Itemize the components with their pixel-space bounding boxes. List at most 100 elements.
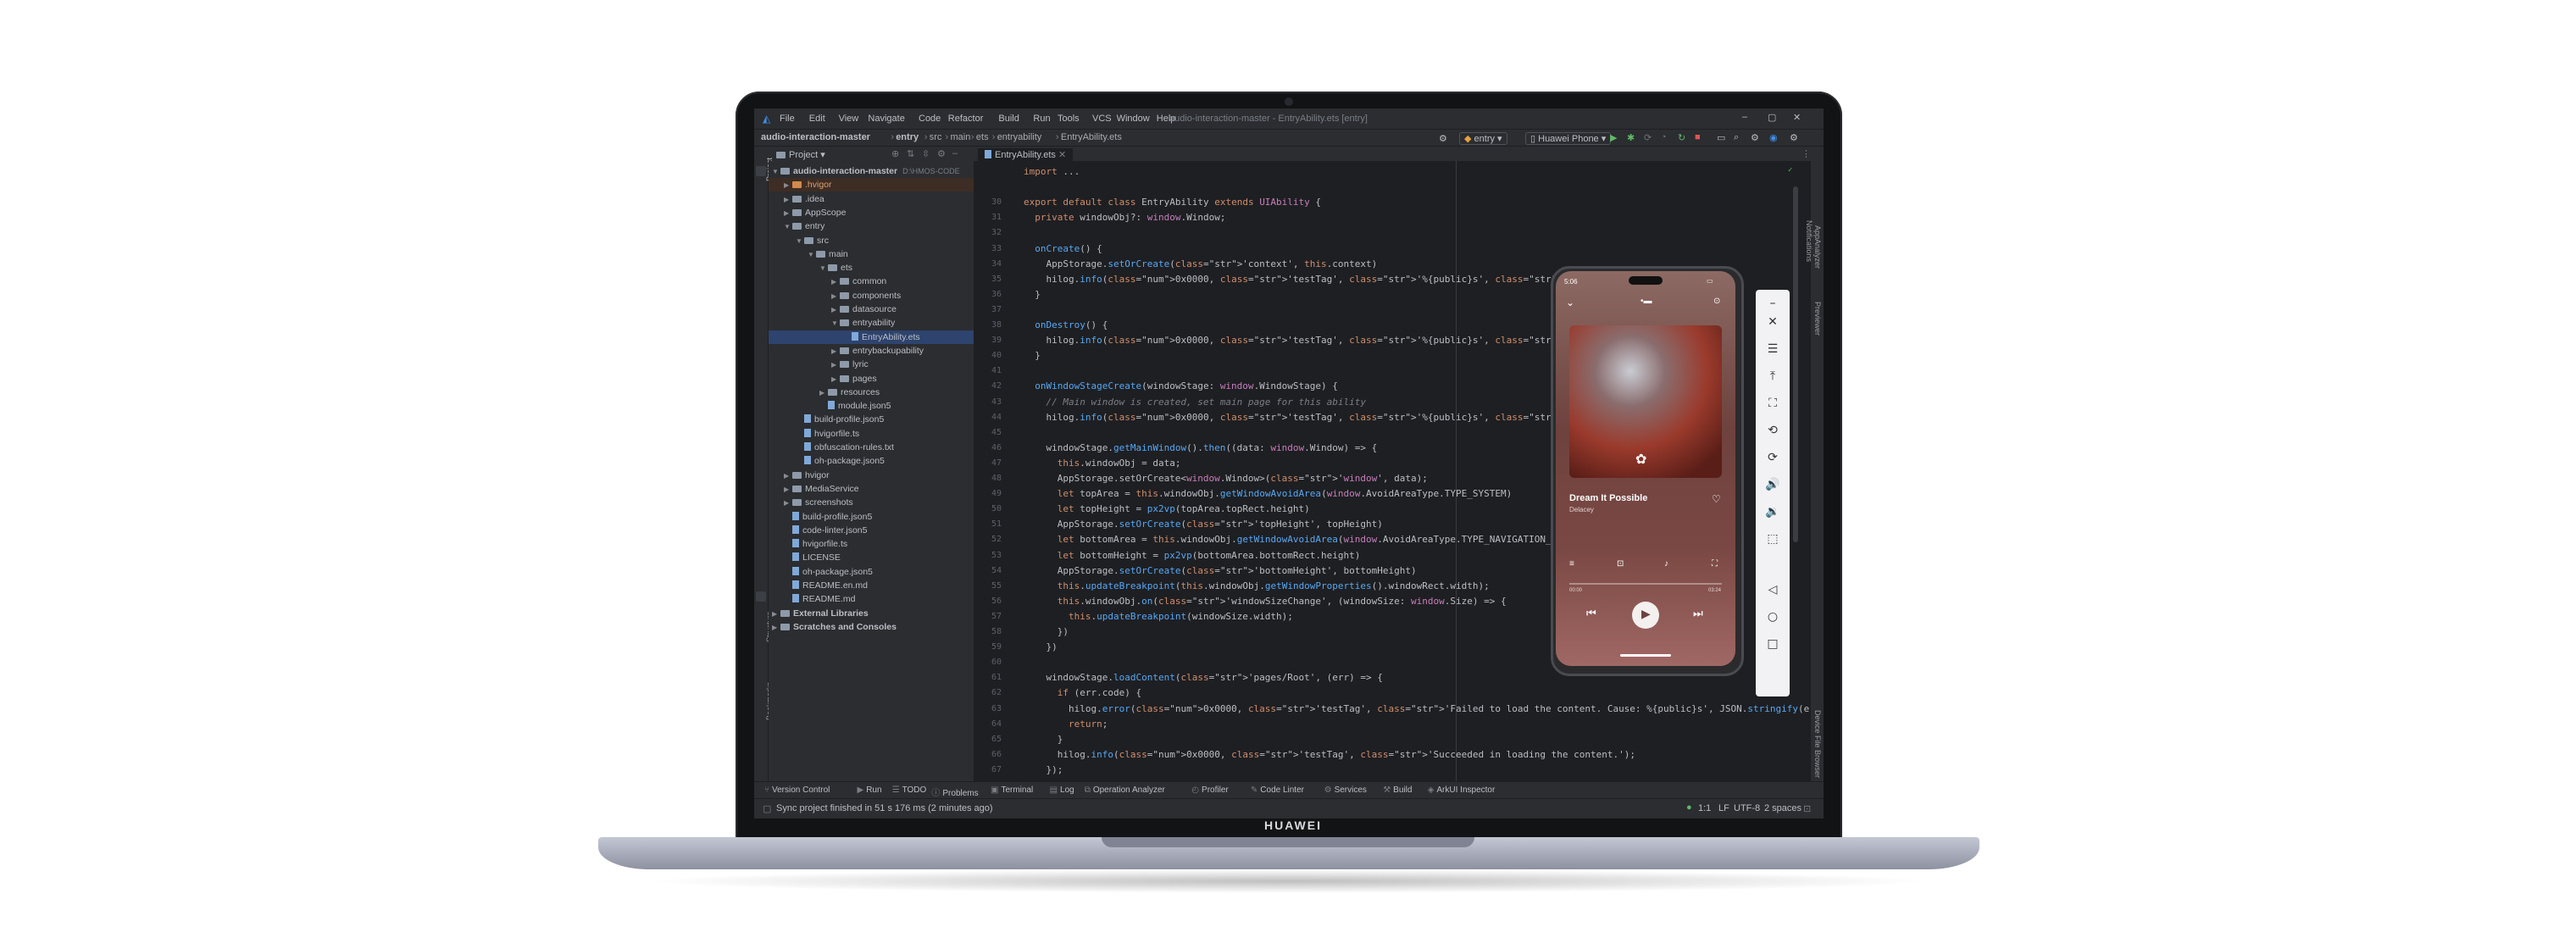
tool-window-code-linter[interactable]: ✎ Code Linter bbox=[1251, 785, 1304, 795]
rotate-left-icon[interactable]: ⟲ bbox=[1756, 424, 1790, 437]
code-line[interactable]: onCreate() { bbox=[1024, 243, 1102, 254]
playlist-icon[interactable]: ≡ bbox=[1569, 559, 1574, 569]
code-line[interactable]: // Main window is created, set main page… bbox=[1024, 397, 1366, 408]
tree-folder-item[interactable]: ▶ Scratches and Consoles bbox=[769, 620, 974, 634]
tree-folder-item[interactable]: ▶ hvigor bbox=[769, 469, 974, 482]
back-icon[interactable]: ◁ bbox=[1756, 583, 1790, 597]
device-file-browser-label[interactable]: Device File Browser bbox=[1813, 710, 1822, 778]
editor-scrollbar[interactable] bbox=[1793, 186, 1798, 542]
settings-icon[interactable]: ⚙ bbox=[1751, 132, 1759, 143]
tool-window-log[interactable]: ▤ Log bbox=[1050, 785, 1074, 795]
tree-folder-item[interactable]: ▶ pages bbox=[769, 372, 974, 386]
tool-window-problems[interactable]: ⓘ Problems bbox=[931, 785, 978, 798]
ide-settings-gear-icon[interactable]: ⚙ bbox=[1790, 132, 1798, 143]
lock-icon[interactable]: ⊡ bbox=[1803, 803, 1811, 814]
expanded-arrow-icon[interactable]: ▼ bbox=[772, 165, 780, 179]
indent-setting[interactable]: 2 spaces bbox=[1764, 803, 1802, 813]
tree-folder-item[interactable]: ▶ datasource bbox=[769, 302, 974, 316]
menu-item-file[interactable]: File bbox=[780, 114, 795, 124]
code-line[interactable]: }) bbox=[1024, 626, 1069, 637]
tree-file-item[interactable]: code-linter.json5 bbox=[769, 524, 974, 537]
options-gear-icon[interactable]: ⚙ bbox=[937, 148, 946, 159]
appanalyzer-tool-label[interactable]: AppAnalyzer bbox=[1813, 225, 1822, 269]
collapsed-arrow-icon[interactable]: ▶ bbox=[831, 358, 840, 372]
code-line[interactable]: AppStorage.setOrCreate<window.Window>(cl… bbox=[1024, 473, 1428, 484]
collapsed-arrow-icon[interactable]: ▶ bbox=[772, 608, 780, 621]
tree-file-item[interactable]: hvigorfile.ts bbox=[769, 537, 974, 551]
structure-tool-icon[interactable] bbox=[756, 591, 766, 602]
tool-window-todo[interactable]: ☰ TODO bbox=[892, 785, 927, 795]
code-line[interactable]: let topHeight = px2vp(topArea.topRect.he… bbox=[1024, 503, 1310, 514]
collapsed-arrow-icon[interactable]: ▶ bbox=[784, 207, 792, 220]
code-line[interactable]: windowStage.getMainWindow().then((data: … bbox=[1024, 442, 1377, 453]
tree-file-item[interactable]: LICENSE bbox=[769, 551, 974, 564]
home-icon[interactable]: ○ bbox=[1756, 610, 1790, 624]
code-line[interactable]: this.updateBreakpoint(this.windowObj.get… bbox=[1024, 580, 1490, 591]
tree-folder-item[interactable]: ▶ entrybackupability bbox=[769, 344, 974, 358]
lyrics-icon[interactable]: ⊡ bbox=[1617, 559, 1624, 569]
menu-item-vcs[interactable]: VCS bbox=[1092, 114, 1112, 124]
breadcrumb-item[interactable]: EntryAbility.ets bbox=[1061, 132, 1122, 142]
phone-screen[interactable]: 5:06 ▭ ⌄ •▬ ⊙ ✿ Dream It Possible Delace… bbox=[1556, 271, 1735, 666]
tool-window-profiler[interactable]: ◴ Profiler bbox=[1191, 785, 1228, 795]
close-icon[interactable]: ✕ bbox=[1756, 315, 1790, 329]
tree-folder-item[interactable]: ▼ entry bbox=[769, 219, 974, 233]
search-icon[interactable]: ⌕ bbox=[1734, 132, 1739, 143]
stop-icon[interactable]: ■ bbox=[1695, 132, 1701, 142]
tree-folder-item[interactable]: ▶ components bbox=[769, 289, 974, 302]
locate-file-icon[interactable]: ⊕ bbox=[891, 148, 899, 159]
tool-window-version-control[interactable]: ⑂ Version Control bbox=[764, 785, 830, 795]
tree-folder-item[interactable]: ▶ MediaService bbox=[769, 482, 974, 496]
collapsed-arrow-icon[interactable]: ▶ bbox=[831, 345, 840, 358]
minimize-button[interactable]: – bbox=[1742, 112, 1747, 122]
expanded-arrow-icon[interactable]: ▼ bbox=[796, 235, 804, 248]
collapsed-arrow-icon[interactable]: ▶ bbox=[784, 497, 792, 510]
breadcrumb-item[interactable]: entry bbox=[896, 132, 919, 142]
debug-icon[interactable]: ✱ bbox=[1627, 132, 1635, 143]
code-line[interactable]: let topArea = this.windowObj.getWindowAv… bbox=[1024, 488, 1513, 499]
device-manager-icon[interactable]: ▭ bbox=[1717, 132, 1725, 143]
code-line[interactable]: this.updateBreakpoint(windowSize.width); bbox=[1024, 611, 1293, 622]
menu-item-view[interactable]: View bbox=[839, 114, 859, 124]
minimize-icon[interactable]: – bbox=[1756, 297, 1790, 310]
breadcrumb-item[interactable]: ets bbox=[976, 132, 989, 142]
collapsed-arrow-icon[interactable]: ▶ bbox=[784, 469, 792, 483]
collapsed-arrow-icon[interactable]: ▶ bbox=[831, 275, 840, 289]
pin-top-icon[interactable]: ⤒ bbox=[1756, 369, 1790, 383]
menu-item-code[interactable]: Code bbox=[919, 114, 941, 124]
previous-track-icon[interactable]: ⏮ bbox=[1586, 607, 1596, 620]
favorite-heart-icon[interactable]: ♡ bbox=[1712, 493, 1721, 505]
breadcrumb-item[interactable]: main bbox=[951, 132, 971, 142]
menu-item-edit[interactable]: Edit bbox=[809, 114, 825, 124]
tree-folder-item[interactable]: ▼ entryability bbox=[769, 316, 974, 330]
tree-folder-item[interactable]: ▶ common bbox=[769, 275, 974, 288]
code-line[interactable]: export default class EntryAbility extend… bbox=[1024, 197, 1321, 208]
menu-item-tools[interactable]: Tools bbox=[1058, 114, 1080, 124]
code-line[interactable]: private windowObj?: window.Window; bbox=[1024, 212, 1225, 223]
collapsed-arrow-icon[interactable]: ▶ bbox=[784, 193, 792, 207]
tree-folder-item[interactable]: ▶ .hvigor bbox=[769, 178, 974, 192]
tree-folder-item[interactable]: ▶ screenshots bbox=[769, 496, 974, 509]
code-line[interactable]: this.windowObj.on(class="str">'windowSiz… bbox=[1024, 596, 1507, 607]
code-line[interactable]: return; bbox=[1024, 719, 1108, 730]
tree-file-item[interactable]: hvigorfile.ts bbox=[769, 427, 974, 441]
editor-more-icon[interactable]: ⋮ bbox=[1802, 148, 1811, 159]
menu-item-build[interactable]: Build bbox=[998, 114, 1019, 124]
crop-icon[interactable]: ⛶ bbox=[1756, 397, 1790, 410]
tree-file-item[interactable]: oh-package.json5 bbox=[769, 454, 974, 468]
tree-folder-item[interactable]: ▼ main bbox=[769, 247, 974, 261]
menu-item-window[interactable]: Window bbox=[1117, 114, 1150, 124]
tool-window-build[interactable]: ⚒ Build bbox=[1383, 785, 1412, 795]
project-view-select[interactable]: Project ▾ bbox=[776, 149, 825, 160]
close-button[interactable]: ✕ bbox=[1793, 112, 1801, 123]
code-line[interactable]: let bottomHeight = px2vp(bottomArea.bott… bbox=[1024, 550, 1361, 561]
collapse-all-icon[interactable]: ⇳ bbox=[922, 148, 930, 159]
tree-file-item[interactable]: obfuscation-rules.txt bbox=[769, 441, 974, 454]
play-button[interactable]: ▶ bbox=[1632, 602, 1659, 629]
fullscreen-icon[interactable]: ⛶ bbox=[1712, 559, 1718, 569]
profile-icon[interactable]: ◔ bbox=[1661, 132, 1667, 142]
code-line[interactable]: onDestroy() { bbox=[1024, 319, 1108, 330]
close-tab-icon[interactable]: ✕ bbox=[1058, 150, 1066, 160]
collapsed-arrow-icon[interactable]: ▶ bbox=[831, 290, 840, 303]
tree-folder-item[interactable]: ▶ lyric bbox=[769, 358, 974, 371]
